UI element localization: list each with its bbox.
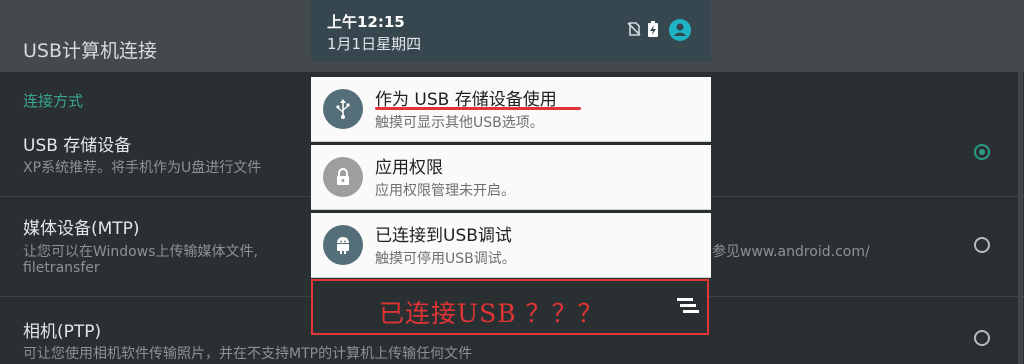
annotation-box: 已连接USB ？？？	[311, 279, 709, 335]
notification-title: 应用权限	[375, 158, 443, 178]
radio-usb-storage[interactable]	[974, 144, 990, 160]
notification-subtitle: 应用权限管理未开启。	[375, 183, 515, 199]
radio-ptp[interactable]	[974, 330, 990, 346]
status-bar: 上午12:15 1月1日星期四	[311, 0, 711, 62]
option-mtp-desc-right: 参见www.android.com/	[712, 244, 870, 260]
option-mtp-desc: 让您可以在Windows上传输媒体文件,	[23, 244, 258, 260]
usb-icon	[323, 89, 363, 129]
status-time: 上午12:15	[327, 13, 405, 31]
option-usb-storage-desc: XP系统推荐。将手机作为U盘进行文件	[23, 160, 262, 176]
notification-app-permissions[interactable]: 应用权限 应用权限管理未开启。	[311, 145, 711, 210]
red-underline-annotation	[375, 107, 581, 110]
notification-usb-debugging[interactable]: 已连接到USB调试 触摸可停用USB调试。	[311, 213, 711, 278]
annotation-text: 已连接USB ？？？	[379, 299, 604, 328]
no-sim-icon	[627, 22, 641, 36]
notification-subtitle: 触摸可显示其他USB选项。	[375, 115, 544, 131]
notification-subtitle: 触摸可停用USB调试。	[375, 251, 516, 267]
option-mtp-desc-line2: filetransfer	[23, 260, 100, 276]
option-ptp-title[interactable]: 相机(PTP)	[23, 317, 101, 342]
android-icon	[323, 225, 363, 265]
notification-shade: 上午12:15 1月1日星期四 作为 USB 存储设备使用 触摸可显示其他USB…	[311, 0, 711, 364]
clear-all-icon[interactable]	[677, 295, 701, 317]
radio-mtp[interactable]	[974, 237, 990, 253]
notification-usb-storage[interactable]: 作为 USB 存储设备使用 触摸可显示其他USB选项。	[311, 77, 711, 142]
lock-icon	[323, 157, 363, 197]
section-label: 连接方式	[23, 92, 84, 110]
option-mtp-title[interactable]: 媒体设备(MTP)	[23, 214, 140, 239]
battery-charging-icon	[648, 21, 658, 37]
notification-title: 已连接到USB调试	[375, 226, 512, 246]
user-avatar[interactable]	[669, 19, 691, 41]
settings-title: USB计算机连接	[23, 40, 158, 62]
option-usb-storage-title[interactable]: USB 存储设备	[23, 131, 131, 156]
scrollbar[interactable]	[1018, 72, 1023, 364]
person-icon	[673, 23, 687, 36]
status-date: 1月1日星期四	[327, 35, 422, 53]
